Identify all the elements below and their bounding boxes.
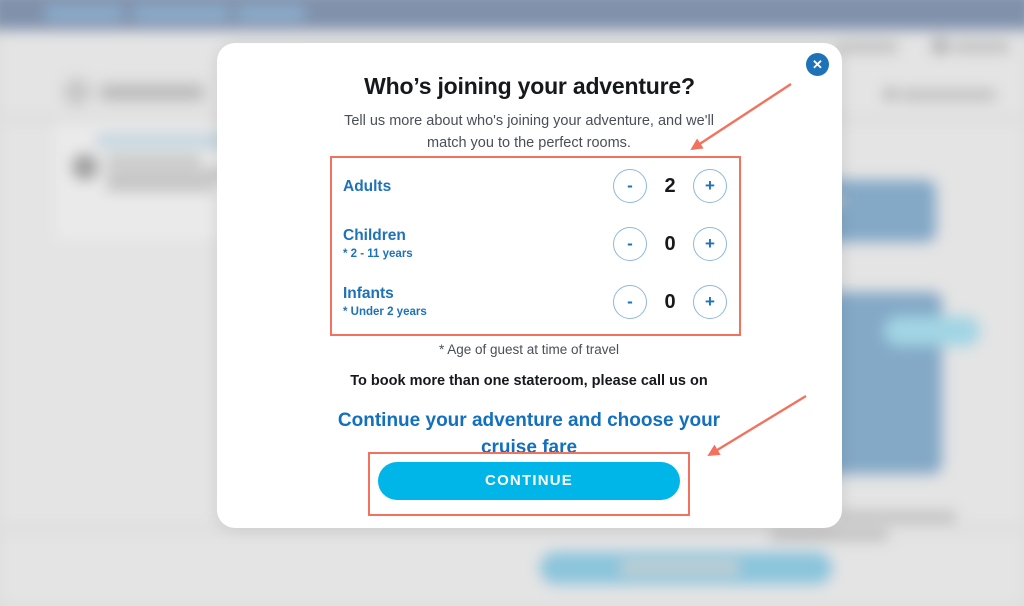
page-title: Who’s joining your adventure?: [364, 73, 695, 99]
annotation-box-counters: [330, 156, 741, 336]
annotation-box-continue: [368, 452, 690, 516]
screenshot-root: Who’s joining your adventure? Tell us mo…: [0, 0, 1024, 606]
age-footnote: * Age of guest at time of travel: [438, 342, 620, 357]
close-icon[interactable]: ✕: [806, 53, 829, 76]
modal-subtitle: Tell us more about who's joining your ad…: [344, 113, 714, 151]
multi-stateroom-note: To book more than one stateroom, please …: [350, 373, 708, 389]
